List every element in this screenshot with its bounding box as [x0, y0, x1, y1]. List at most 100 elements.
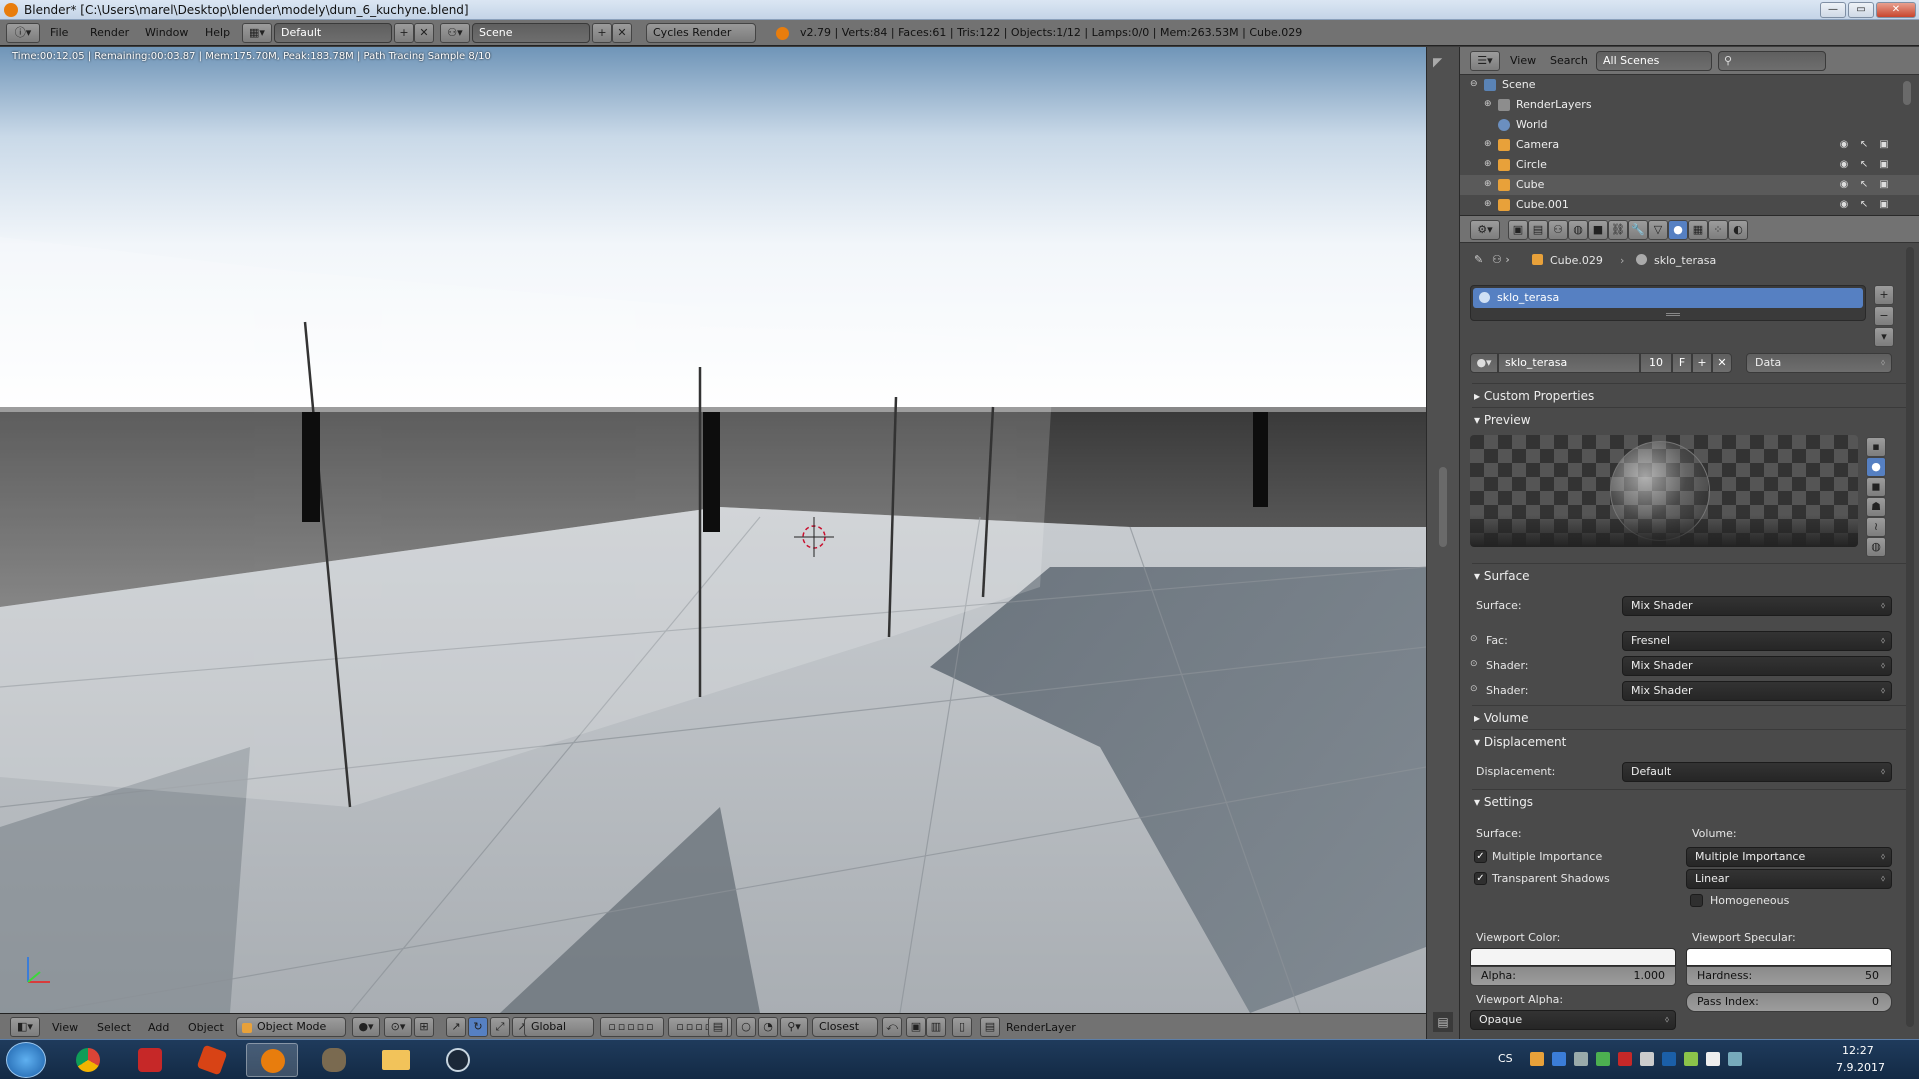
preview-monkey-icon[interactable]: ☗: [1866, 497, 1886, 517]
new-material-icon[interactable]: +: [1692, 353, 1712, 373]
editor-type-properties-icon[interactable]: ⚙▾: [1470, 220, 1500, 240]
selectable-arrow-icon[interactable]: ↖: [1858, 139, 1870, 151]
viewport-alpha-dropdown[interactable]: Opaque: [1470, 1010, 1676, 1030]
visibility-eye-icon[interactable]: ◉: [1838, 179, 1850, 191]
taskbar-gimp[interactable]: [308, 1043, 360, 1077]
browse-material-icon[interactable]: ●▾: [1470, 353, 1498, 373]
displacement-dropdown[interactable]: Default: [1622, 762, 1892, 782]
outliner-item-circle[interactable]: ⊕ Circle ◉ ↖ ▣: [1460, 155, 1919, 175]
render-animation-icon[interactable]: ▥: [926, 1017, 946, 1037]
displacement-panel-toggle[interactable]: ▾ Displacement: [1474, 735, 1566, 749]
expand-icon[interactable]: ⊕: [1484, 139, 1496, 151]
shader1-input-dropdown[interactable]: Mix Shader: [1622, 656, 1892, 676]
3d-viewport[interactable]: Time:00:12.05 | Remaining:00:03.87 | Mem…: [0, 47, 1426, 1013]
socket-icon[interactable]: ⊙: [1470, 684, 1478, 694]
snap-align-icon[interactable]: ⤺: [882, 1017, 902, 1037]
tab-constraints-icon[interactable]: ⛓: [1608, 220, 1628, 240]
material-slot-selected[interactable]: sklo_terasa: [1473, 288, 1863, 308]
socket-icon[interactable]: ⊙: [1470, 634, 1478, 644]
expand-icon[interactable]: ⊕: [1484, 179, 1496, 191]
settings-panel-toggle[interactable]: ▾ Settings: [1474, 795, 1533, 809]
visibility-eye-icon[interactable]: ◉: [1838, 199, 1850, 211]
outliner-search-input[interactable]: [1718, 51, 1826, 71]
taskbar-steam[interactable]: [432, 1043, 484, 1077]
surface-panel-toggle[interactable]: ▾ Surface: [1474, 569, 1530, 583]
volume-interpolation-dropdown[interactable]: Linear: [1686, 869, 1892, 889]
collapse-icon[interactable]: ⊖: [1470, 79, 1482, 91]
start-button[interactable]: [6, 1042, 46, 1078]
volume-panel-toggle[interactable]: ▸ Volume: [1474, 711, 1528, 725]
remove-scene-icon[interactable]: ✕: [612, 23, 632, 43]
tray-steam-icon[interactable]: [1662, 1052, 1676, 1066]
tray-wifi-icon[interactable]: [1728, 1052, 1742, 1066]
preview-sky-icon[interactable]: ◍: [1866, 537, 1886, 557]
material-name-field[interactable]: sklo_terasa: [1498, 353, 1640, 373]
screen-layout-field[interactable]: Default: [274, 23, 392, 43]
tab-physics-icon[interactable]: ◐: [1728, 220, 1748, 240]
tab-scene-icon[interactable]: ⚇: [1548, 220, 1568, 240]
taskbar-explorer[interactable]: [370, 1043, 422, 1077]
tab-object-icon[interactable]: ■: [1588, 220, 1608, 240]
selectable-arrow-icon[interactable]: ↖: [1858, 179, 1870, 191]
manipulator-toggle-icon[interactable]: ⊞: [414, 1017, 434, 1037]
outliner-menu-search[interactable]: Search: [1550, 54, 1588, 67]
tab-modifiers-icon[interactable]: 🔧: [1628, 220, 1648, 240]
translate-manipulator-icon[interactable]: ↗: [446, 1017, 466, 1037]
add-scene-icon[interactable]: +: [592, 23, 612, 43]
layers-grid-a[interactable]: ▫▫▫▫▫: [600, 1017, 664, 1037]
visibility-eye-icon[interactable]: ◉: [1838, 159, 1850, 171]
language-indicator[interactable]: CS: [1498, 1052, 1513, 1065]
hardness-field[interactable]: Hardness: 50: [1686, 966, 1892, 986]
renderable-camera-icon[interactable]: ▣: [1878, 159, 1890, 171]
render-image-icon[interactable]: ▣: [906, 1017, 926, 1037]
pivot-point-icon[interactable]: ⊙▾: [384, 1017, 412, 1037]
renderable-camera-icon[interactable]: ▣: [1878, 179, 1890, 191]
menu-window[interactable]: Window: [145, 26, 188, 39]
slot-specials-button[interactable]: ▾: [1874, 327, 1894, 347]
menu-render[interactable]: Render: [90, 26, 129, 39]
editor-type-icon[interactable]: ▤: [1433, 1012, 1453, 1032]
material-users-count[interactable]: 10: [1640, 353, 1672, 373]
taskbar-editor[interactable]: [186, 1043, 238, 1077]
transform-orientation-dropdown[interactable]: Global: [524, 1017, 594, 1037]
expand-icon[interactable]: ⊕: [1484, 159, 1496, 171]
viewport-specular-swatch[interactable]: [1686, 948, 1892, 966]
editor-type-info-icon[interactable]: ⓘ▾: [6, 23, 40, 43]
material-link-dropdown[interactable]: Data: [1746, 353, 1892, 373]
proportional-falloff-icon[interactable]: ◔: [758, 1017, 778, 1037]
renderlayer-icon[interactable]: ▤: [980, 1017, 1000, 1037]
preview-cube-icon[interactable]: ◼: [1866, 477, 1886, 497]
menu-file[interactable]: File: [50, 26, 68, 39]
menu-object[interactable]: Object: [188, 1021, 224, 1034]
outliner-item-cube[interactable]: ⊕ Cube ◉ ↖ ▣: [1460, 175, 1919, 195]
fake-user-toggle[interactable]: F: [1672, 353, 1692, 373]
editor-type-3dview-icon[interactable]: ◧▾: [10, 1017, 40, 1037]
preview-sphere-icon[interactable]: ●: [1866, 457, 1886, 477]
expand-icon[interactable]: ⊕: [1484, 199, 1496, 211]
add-slot-button[interactable]: +: [1874, 285, 1894, 305]
tray-speaker-icon[interactable]: [1706, 1052, 1720, 1066]
volume-sampling-dropdown[interactable]: Multiple Importance: [1686, 847, 1892, 867]
preview-flat-icon[interactable]: ▪: [1866, 437, 1886, 457]
minimize-button[interactable]: —: [1820, 2, 1846, 18]
renderable-camera-icon[interactable]: ▣: [1878, 199, 1890, 211]
visibility-eye-icon[interactable]: ◉: [1838, 139, 1850, 151]
properties-scrollbar-track[interactable]: [1906, 247, 1914, 1027]
tab-world-icon[interactable]: ◍: [1568, 220, 1588, 240]
snap-target-dropdown[interactable]: Closest: [812, 1017, 878, 1037]
scrollbar-handle[interactable]: [1439, 467, 1447, 547]
tab-data-icon[interactable]: ▽: [1648, 220, 1668, 240]
outliner-item-renderlayers[interactable]: ⊕ RenderLayers: [1460, 95, 1919, 115]
scale-manipulator-icon[interactable]: ⤢: [490, 1017, 510, 1037]
remove-layout-icon[interactable]: ✕: [414, 23, 434, 43]
outliner-item-scene[interactable]: ⊖ Scene: [1460, 75, 1919, 95]
add-layout-icon[interactable]: +: [394, 23, 414, 43]
editor-type-outliner-icon[interactable]: ☰▾: [1470, 51, 1500, 71]
list-resize-grip[interactable]: [1666, 313, 1680, 316]
outliner-scrollbar[interactable]: [1903, 81, 1911, 105]
tab-texture-icon[interactable]: ▦: [1688, 220, 1708, 240]
expand-icon[interactable]: ⊕: [1484, 99, 1496, 111]
selectable-arrow-icon[interactable]: ↖: [1858, 199, 1870, 211]
material-slot-list[interactable]: sklo_terasa: [1470, 285, 1866, 321]
transparent-shadows-checkbox[interactable]: ✓: [1474, 872, 1487, 885]
